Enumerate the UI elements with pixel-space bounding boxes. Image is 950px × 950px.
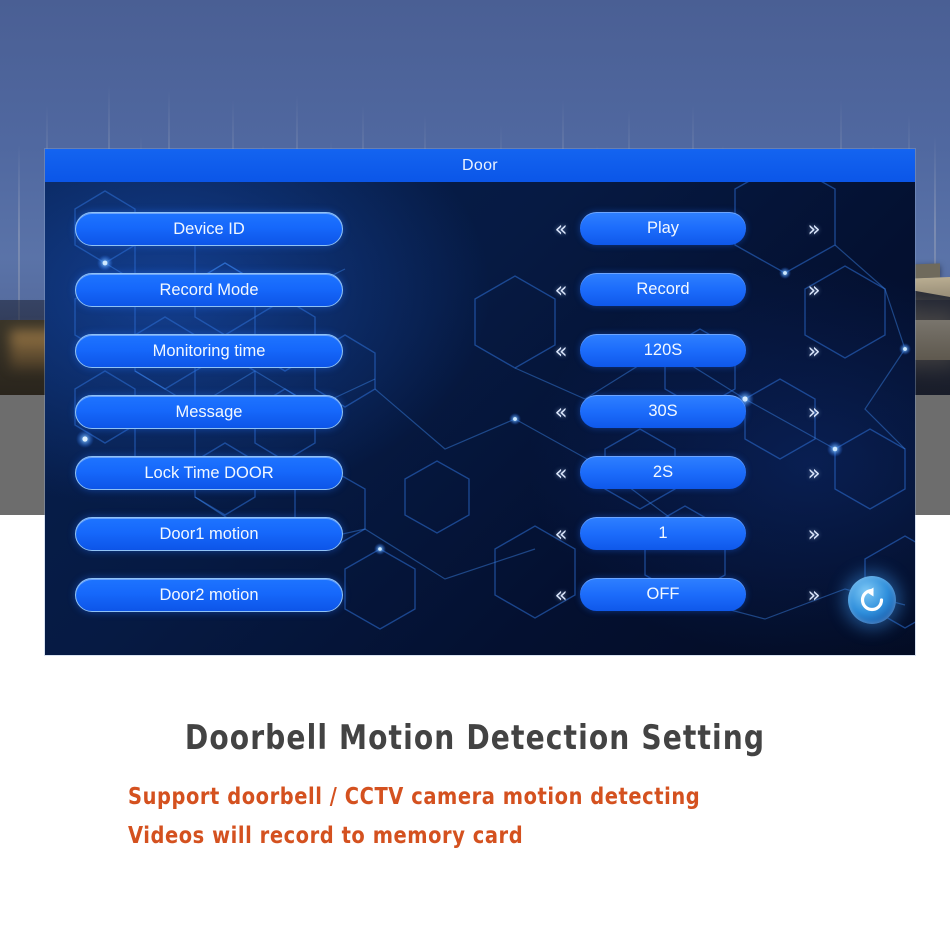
- setting-label-button-message[interactable]: Message: [75, 395, 343, 429]
- setting-value-button-message[interactable]: 30S: [580, 395, 746, 428]
- setting-value-button-monitoring-time[interactable]: 120S: [580, 334, 746, 367]
- page-heading: Doorbell Motion Detection Setting: [184, 718, 766, 758]
- setting-label-button-monitoring-time[interactable]: Monitoring time: [75, 334, 343, 368]
- double-chevron-left-icon[interactable]: «: [542, 395, 580, 429]
- return-button[interactable]: [848, 576, 896, 624]
- double-chevron-right-icon[interactable]: »: [795, 517, 833, 551]
- double-chevron-left-icon[interactable]: «: [542, 212, 580, 246]
- return-arrow-icon: [860, 587, 884, 612]
- settings-row: Record Mode « Record »: [45, 273, 915, 309]
- double-chevron-left-icon[interactable]: «: [542, 517, 580, 551]
- setting-value-button-door1-motion[interactable]: 1: [580, 517, 746, 550]
- setting-value-button-record-mode[interactable]: Record: [580, 273, 746, 306]
- double-chevron-right-icon[interactable]: »: [795, 395, 833, 429]
- double-chevron-right-icon[interactable]: »: [795, 456, 833, 490]
- panel-title: Door: [45, 149, 915, 182]
- settings-row: Device ID « Play »: [45, 212, 915, 248]
- device-settings-panel: Door Device ID « Play » Record Mode « Re…: [45, 149, 915, 655]
- setting-value-button-device-id[interactable]: Play: [580, 212, 746, 245]
- setting-value-button-door2-motion[interactable]: OFF: [580, 578, 746, 611]
- double-chevron-right-icon[interactable]: »: [795, 273, 833, 307]
- double-chevron-left-icon[interactable]: «: [542, 273, 580, 307]
- settings-row: Monitoring time « 120S »: [45, 334, 915, 370]
- settings-row: Lock Time DOOR « 2S »: [45, 456, 915, 492]
- double-chevron-right-icon[interactable]: »: [795, 334, 833, 368]
- feature-line-2: Videos will record to memory card: [128, 823, 524, 849]
- setting-label-button-record-mode[interactable]: Record Mode: [75, 273, 343, 307]
- double-chevron-left-icon[interactable]: «: [542, 334, 580, 368]
- setting-label-button-device-id[interactable]: Device ID: [75, 212, 343, 246]
- settings-row: Door2 motion « OFF »: [45, 578, 915, 614]
- settings-row: Message « 30S »: [45, 395, 915, 431]
- setting-label-button-door1-motion[interactable]: Door1 motion: [75, 517, 343, 551]
- double-chevron-right-icon[interactable]: »: [795, 578, 833, 612]
- double-chevron-left-icon[interactable]: «: [542, 456, 580, 490]
- feature-line-1: Support doorbell / CCTV camera motion de…: [128, 784, 701, 810]
- settings-row: Door1 motion « 1 »: [45, 517, 915, 553]
- double-chevron-left-icon[interactable]: «: [542, 578, 580, 612]
- setting-label-button-lock-time-door[interactable]: Lock Time DOOR: [75, 456, 343, 490]
- setting-value-button-lock-time-door[interactable]: 2S: [580, 456, 746, 489]
- double-chevron-right-icon[interactable]: »: [795, 212, 833, 246]
- setting-label-button-door2-motion[interactable]: Door2 motion: [75, 578, 343, 612]
